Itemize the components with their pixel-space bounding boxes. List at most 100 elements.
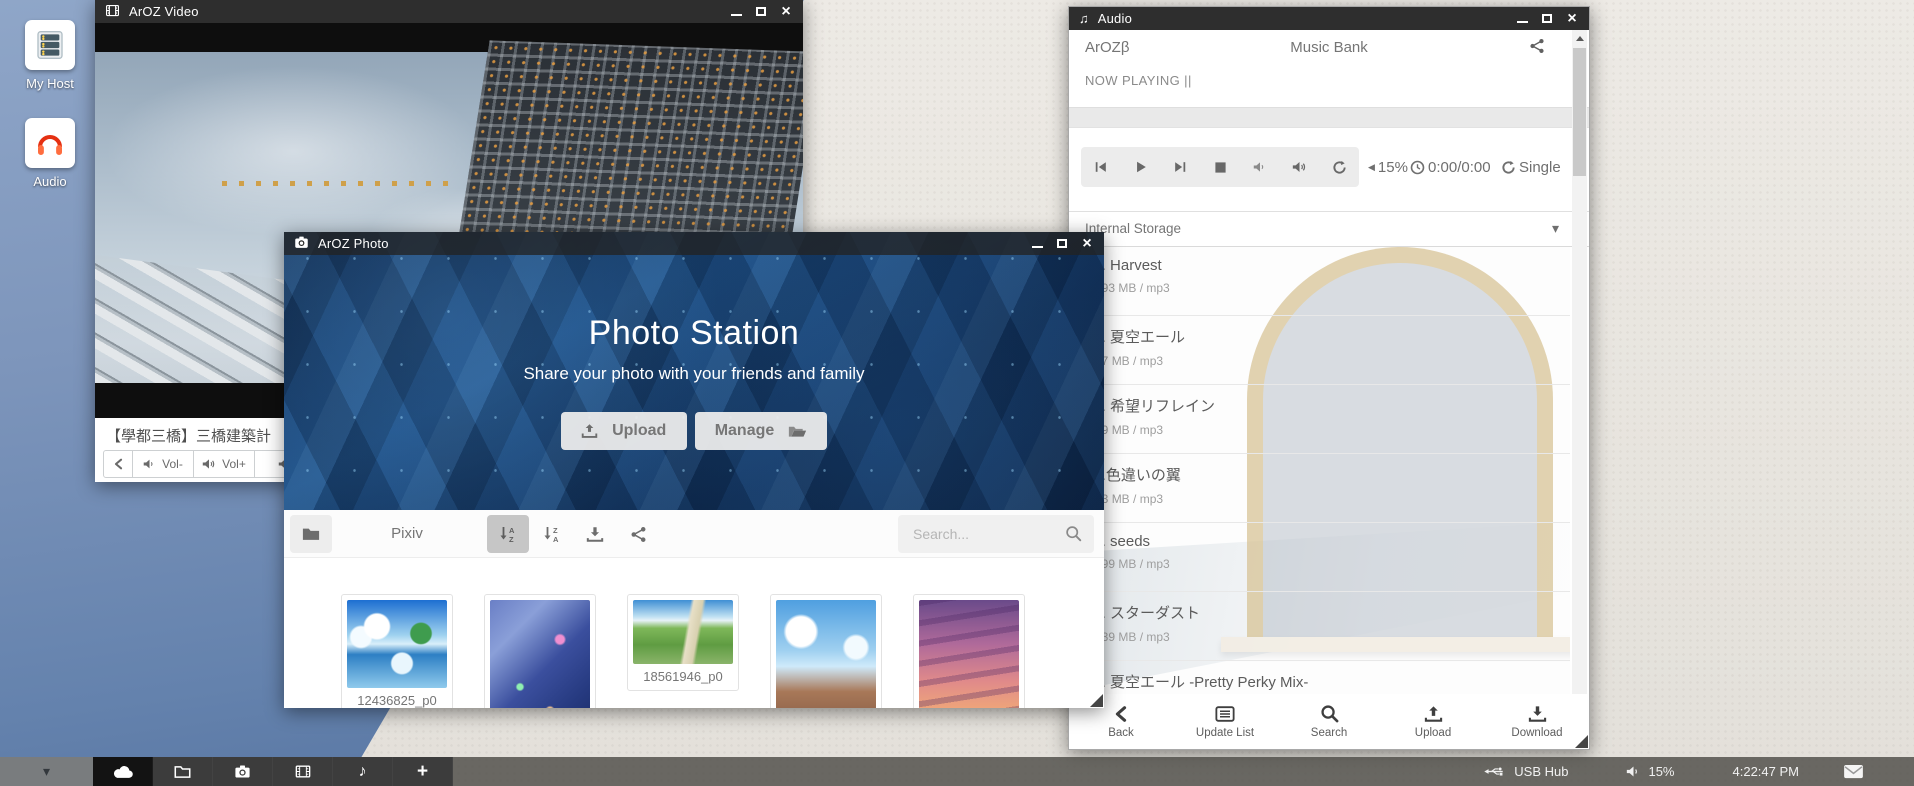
upload-button[interactable]: Upload	[1381, 694, 1485, 749]
maximize-button[interactable]	[1540, 12, 1554, 26]
video-building	[456, 40, 803, 263]
resize-grip[interactable]	[1575, 735, 1588, 748]
taskbar-collapse-button[interactable]: ▾	[0, 757, 93, 786]
sort-ascending-button[interactable]: AZ	[487, 515, 529, 553]
scrollbar-up-arrow[interactable]	[1572, 30, 1587, 46]
taskbar-video-button[interactable]	[273, 757, 333, 786]
minimize-button[interactable]	[1030, 237, 1044, 251]
photo-thumbnail	[919, 600, 1019, 708]
loop-mode-indicator[interactable]: Single	[1501, 147, 1561, 187]
track-row[interactable]: 01. Harvest 10.93 MB / mp3	[1069, 247, 1570, 316]
play-button[interactable]	[1121, 147, 1161, 187]
photo-card[interactable]	[770, 594, 882, 708]
update-list-button[interactable]: Update List	[1173, 694, 1277, 749]
video-window-titlebar[interactable]: ArOZ Video ×	[95, 0, 803, 23]
video-window-title: ArOZ Video	[129, 4, 199, 19]
system-tray: USB Hub 15% 4:22:47 PM	[1483, 757, 1914, 786]
close-button[interactable]: ×	[1565, 12, 1579, 26]
photo-card[interactable]	[484, 594, 596, 708]
taskbar-music-button[interactable]: ♪	[333, 757, 393, 786]
taskbar-cloud-button[interactable]	[93, 757, 153, 786]
speaker-triangle-icon: ◀	[1368, 163, 1375, 172]
repeat-icon[interactable]	[1319, 147, 1359, 187]
photo-card[interactable]	[913, 594, 1025, 708]
search-icon	[1320, 704, 1339, 723]
volume-down-icon[interactable]	[1240, 147, 1280, 187]
track-row[interactable]: 01. 希望リフレイン 9.09 MB / mp3	[1069, 385, 1570, 454]
maximize-button[interactable]	[1055, 237, 1069, 251]
search-icon	[1065, 525, 1082, 542]
mail-tray-item[interactable]	[1843, 764, 1864, 779]
loop-icon	[1501, 160, 1516, 175]
share-icon[interactable]	[1529, 38, 1545, 59]
photo-thumbnail	[776, 600, 876, 708]
svg-text:A: A	[553, 535, 559, 543]
photo-card[interactable]: 12436825_p0	[341, 594, 453, 708]
desktop-icon-label: Audio	[14, 174, 86, 189]
taskbar: ▾ ♪ + USB Hub	[0, 757, 1914, 786]
manage-button[interactable]: Manage	[695, 412, 828, 450]
minimize-button[interactable]	[1515, 12, 1529, 26]
open-folder-icon	[788, 424, 807, 439]
minimize-button[interactable]	[729, 5, 743, 19]
volume-up-button[interactable]: Vol+	[193, 450, 255, 478]
desktop: My Host Audio ArOZ Video ×	[0, 0, 1914, 786]
track-list: 01. Harvest 10.93 MB / mp3 01. 夏空エール 9.3…	[1069, 247, 1570, 694]
taskbar-apps: ♪ +	[93, 757, 453, 786]
track-row[interactable]: 02. seeds 12.99 MB / mp3	[1069, 523, 1570, 592]
maximize-button[interactable]	[754, 5, 768, 19]
sort-descending-button[interactable]: ZA	[531, 515, 573, 553]
photo-thumbnail	[490, 600, 590, 708]
volume-down-button[interactable]: Vol-	[132, 450, 194, 478]
folder-button[interactable]	[290, 515, 332, 553]
chevron-left-icon	[1113, 705, 1129, 723]
desktop-icon-label: My Host	[14, 76, 86, 91]
photo-window-titlebar[interactable]: ArOZ Photo ×	[284, 232, 1104, 255]
server-icon	[25, 20, 75, 70]
download-button[interactable]	[574, 515, 616, 553]
resize-grip[interactable]	[1090, 694, 1103, 707]
usb-tray-item[interactable]: USB Hub	[1483, 764, 1568, 779]
desktop-icon-my-host[interactable]: My Host	[14, 20, 86, 91]
share-button[interactable]	[617, 515, 659, 553]
scrollbar-thumb[interactable]	[1573, 48, 1586, 176]
download-button[interactable]: Download	[1485, 694, 1589, 749]
close-button[interactable]: ×	[779, 5, 793, 19]
storage-select[interactable]: Internal Storage ▾	[1069, 211, 1589, 247]
seek-bar[interactable]	[1069, 107, 1589, 128]
cloud-icon	[113, 765, 133, 779]
volume-indicator: ◀ 15%	[1368, 147, 1408, 187]
sort-za-icon: ZA	[543, 525, 561, 543]
search-box	[898, 515, 1094, 553]
previous-track-button[interactable]	[1081, 147, 1121, 187]
audio-window-titlebar[interactable]: ♫ Audio ×	[1069, 7, 1589, 30]
volume-up-icon[interactable]	[1280, 147, 1320, 187]
next-track-button[interactable]	[1160, 147, 1200, 187]
clock-tray-item[interactable]: 4:22:47 PM	[1733, 764, 1800, 779]
upload-icon	[1424, 705, 1443, 723]
desktop-icon-audio[interactable]: Audio	[14, 118, 86, 189]
usb-label: USB Hub	[1514, 764, 1568, 779]
video-back-button[interactable]	[103, 450, 133, 478]
track-row[interactable]: 01.色違いの翼 9.63 MB / mp3	[1069, 454, 1570, 523]
taskbar-add-button[interactable]: +	[393, 757, 453, 786]
folder-icon	[174, 765, 191, 779]
upload-button[interactable]: Upload	[561, 412, 687, 450]
volume-value: 15%	[1378, 159, 1408, 176]
track-row[interactable]: 02. 夏空エール -Pretty Perky Mix-	[1069, 661, 1570, 694]
volume-tray-item[interactable]: 15%	[1626, 764, 1674, 779]
close-button[interactable]: ×	[1080, 237, 1094, 251]
taskbar-files-button[interactable]	[153, 757, 213, 786]
folder-icon	[302, 527, 320, 541]
track-row[interactable]: 02. スターダスト 12.39 MB / mp3	[1069, 592, 1570, 661]
scrollbar[interactable]	[1572, 30, 1587, 694]
stop-button[interactable]	[1200, 147, 1240, 187]
photo-card[interactable]: 18561946_p0	[627, 594, 739, 691]
taskbar-photo-button[interactable]	[213, 757, 273, 786]
audio-window-title: Audio	[1098, 11, 1132, 26]
time-indicator: 0:00/0:00	[1410, 147, 1491, 187]
camera-icon	[294, 235, 309, 253]
photo-window: ArOZ Photo × Photo Station Share your ph…	[284, 232, 1104, 708]
search-button[interactable]: Search	[1277, 694, 1381, 749]
track-row[interactable]: 01. 夏空エール 9.37 MB / mp3	[1069, 316, 1570, 385]
